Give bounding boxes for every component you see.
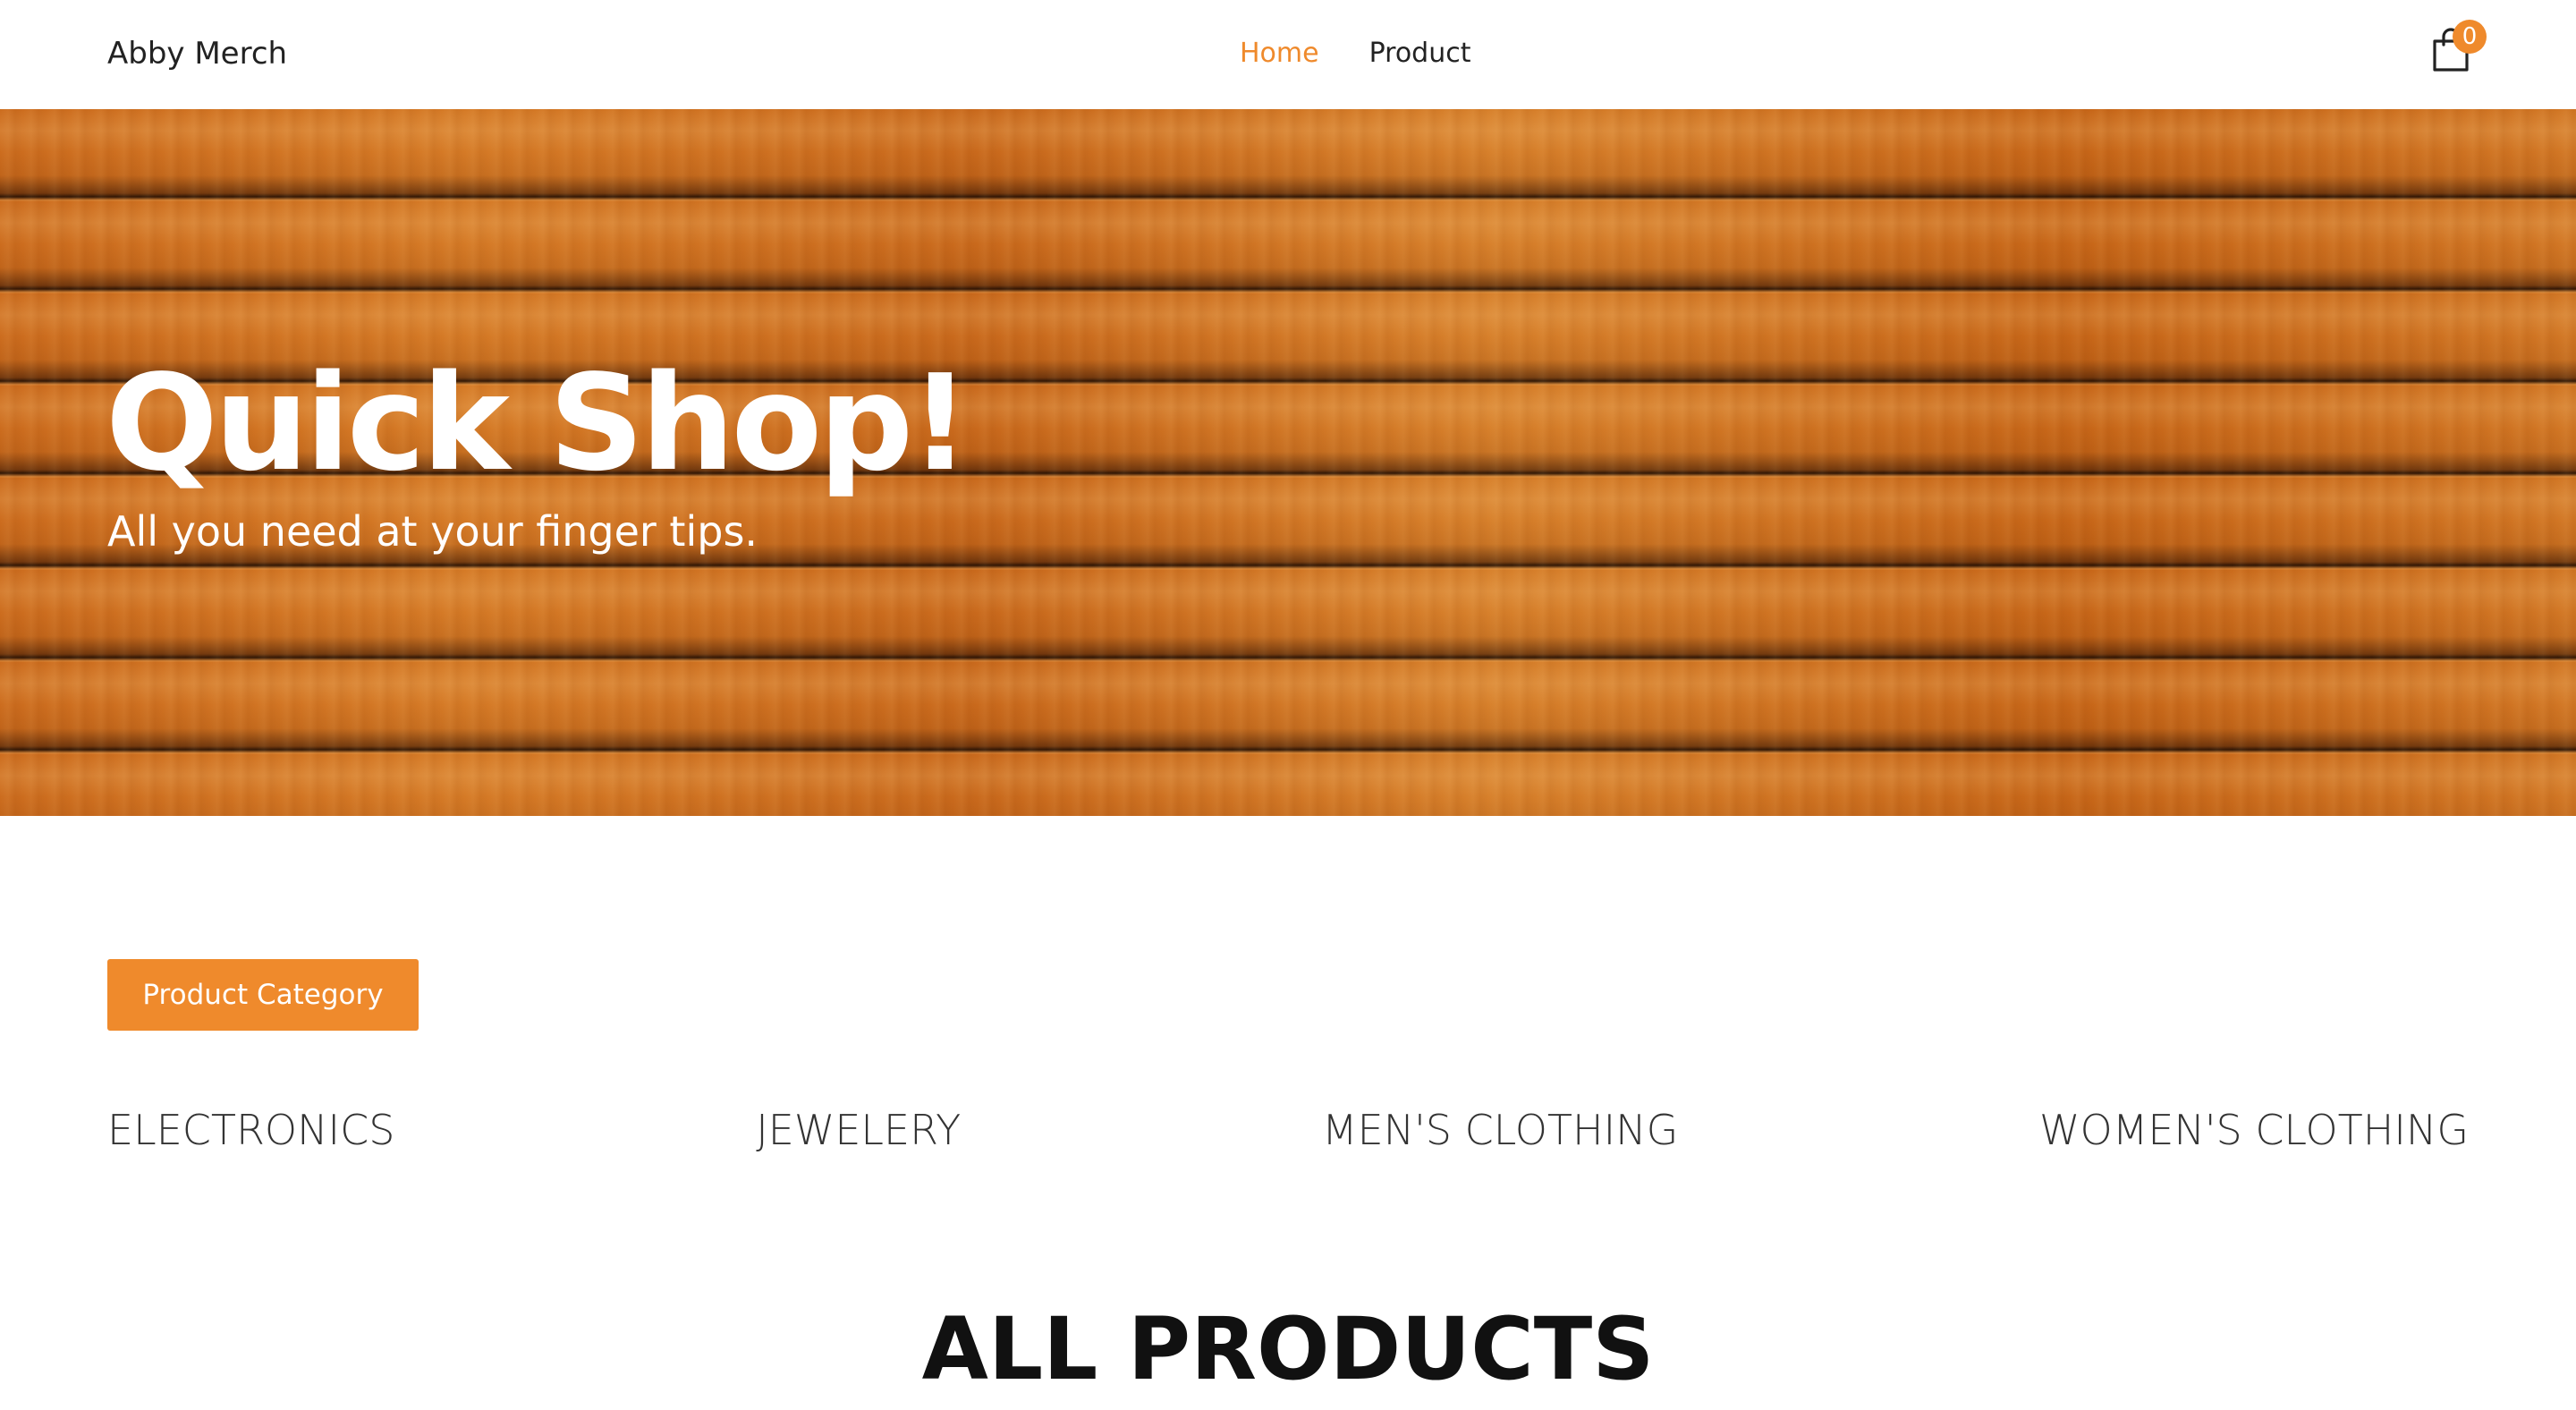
- product-category-button[interactable]: Product Category: [107, 959, 419, 1031]
- hero-subtitle: All you need at your finger tips.: [107, 507, 758, 556]
- nav-link-home[interactable]: Home: [1240, 32, 1319, 75]
- category-list: ELECTRONICS JEWELERY MEN'S CLOTHING WOME…: [107, 1099, 2469, 1161]
- category-womens-clothing[interactable]: WOMEN'S CLOTHING: [2039, 1099, 2469, 1161]
- category-mens-clothing[interactable]: MEN'S CLOTHING: [1322, 1099, 1678, 1161]
- category-electronics[interactable]: ELECTRONICS: [107, 1099, 394, 1161]
- hero-title: Quick Shop!: [106, 346, 970, 500]
- all-products-heading: ALL PRODUCTS: [921, 1299, 1655, 1399]
- main-nav: Home Product: [1240, 32, 1471, 75]
- cart-count-badge: 0: [2453, 20, 2487, 54]
- navbar: Abby Merch Home Product 0: [0, 0, 2576, 109]
- nav-link-product[interactable]: Product: [1369, 32, 1471, 75]
- hero-banner: Quick Shop! All you need at your finger …: [0, 109, 2576, 816]
- cart-button[interactable]: 0: [2426, 20, 2490, 77]
- brand-logo[interactable]: Abby Merch: [107, 32, 287, 75]
- category-jewelery[interactable]: JEWELERY: [756, 1099, 961, 1161]
